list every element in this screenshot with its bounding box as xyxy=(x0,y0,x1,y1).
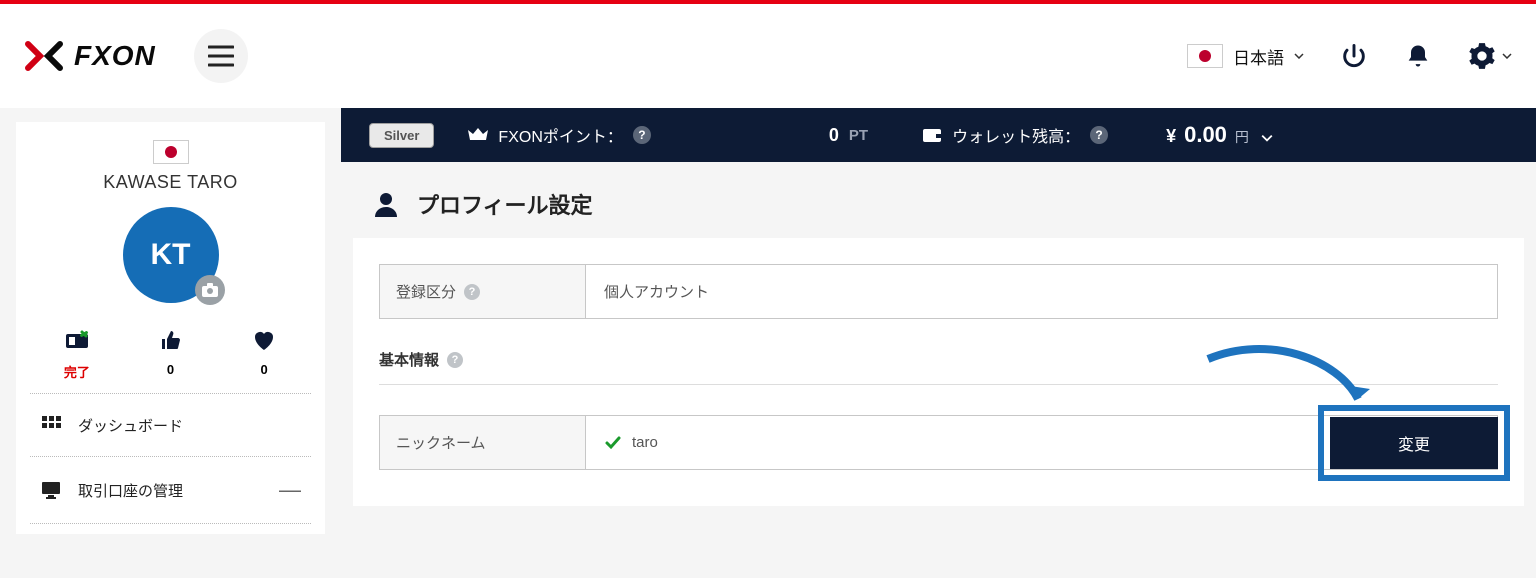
language-selector[interactable]: 日本語 xyxy=(1187,44,1304,69)
points-unit: PT xyxy=(849,127,868,144)
brand-logo[interactable]: FXON xyxy=(24,36,156,76)
field-label-text: 登録区分 xyxy=(396,281,456,302)
divider xyxy=(379,384,1498,385)
wallet-icon xyxy=(922,126,942,144)
help-icon[interactable]: ? xyxy=(464,284,480,300)
language-label: 日本語 xyxy=(1233,44,1284,69)
field-label-text: ニックネーム xyxy=(396,432,486,453)
chevron-down-icon xyxy=(1261,134,1273,142)
crown-icon xyxy=(468,126,488,144)
japan-flag-icon xyxy=(1187,44,1223,68)
stat-favorites[interactable]: 0 xyxy=(218,327,311,381)
heart-icon xyxy=(251,327,277,353)
page-title: プロフィール設定 xyxy=(417,188,593,220)
help-icon[interactable]: ? xyxy=(1090,126,1108,144)
points-display: FXONポイント： ? xyxy=(468,123,650,147)
menu-toggle-button[interactable] xyxy=(194,29,248,83)
japan-flag-icon xyxy=(153,140,189,164)
check-icon xyxy=(604,434,622,452)
wallet-display: ウォレット残高： ? xyxy=(922,123,1108,147)
account-topstrip: Silver FXONポイント： ? 0 PT ウォレット残高： ? ¥ 0.0… xyxy=(341,108,1536,162)
sidebar-item-label: 取引口座の管理 xyxy=(78,480,183,501)
sidebar: KAWASE TARO KT 完了 0 0 xyxy=(0,108,341,548)
user-name: KAWASE TARO xyxy=(30,172,311,193)
points-value-group: 0 PT xyxy=(829,125,868,146)
brand-text: FXON xyxy=(74,40,156,72)
stat-verification[interactable]: 完了 xyxy=(30,327,123,381)
wallet-label: ウォレット残高： xyxy=(952,123,1080,147)
help-icon[interactable]: ? xyxy=(447,352,463,368)
bell-icon xyxy=(1404,42,1432,70)
sidebar-item-dashboard[interactable]: ダッシュボード xyxy=(30,394,311,457)
camera-icon xyxy=(202,283,218,297)
section-heading: 基本情報 xyxy=(379,349,439,370)
nickname-value: taro xyxy=(632,434,658,451)
stat-favorites-value: 0 xyxy=(218,362,311,377)
field-nickname: ニックネーム taro 変更 xyxy=(379,415,1498,470)
tier-badge: Silver xyxy=(369,123,434,148)
monitor-icon xyxy=(40,479,62,501)
sidebar-item-accounts[interactable]: 取引口座の管理 — xyxy=(30,457,311,524)
gear-icon xyxy=(1468,42,1496,70)
field-registration-type: 登録区分 ? 個人アカウント xyxy=(379,264,1498,319)
settings-button[interactable] xyxy=(1468,42,1512,70)
points-label: FXONポイント： xyxy=(498,123,622,147)
thumbs-up-icon xyxy=(157,327,183,353)
stat-likes-value: 0 xyxy=(124,362,217,377)
points-value: 0 xyxy=(829,125,839,146)
app-header: FXON 日本語 xyxy=(0,4,1536,108)
notifications-button[interactable] xyxy=(1404,42,1432,70)
avatar[interactable]: KT xyxy=(123,207,219,303)
logo-mark-icon xyxy=(24,36,64,76)
help-icon[interactable]: ? xyxy=(633,126,651,144)
power-button[interactable] xyxy=(1340,42,1368,70)
id-card-icon xyxy=(64,327,90,353)
field-value-text: 個人アカウント xyxy=(586,265,1497,318)
chevron-down-icon xyxy=(1502,53,1512,59)
hamburger-icon xyxy=(208,45,234,67)
wallet-amount-selector[interactable]: ¥ 0.00 円 xyxy=(1166,122,1273,148)
chevron-down-icon xyxy=(1294,53,1304,59)
wallet-amount: 0.00 xyxy=(1184,122,1227,148)
main-content: Silver FXONポイント： ? 0 PT ウォレット残高： ? ¥ 0.0… xyxy=(341,108,1536,548)
sidebar-item-label: ダッシュボード xyxy=(78,415,183,436)
user-icon xyxy=(371,189,401,219)
stat-verify-label: 完了 xyxy=(30,362,123,381)
stat-likes[interactable]: 0 xyxy=(124,327,217,381)
camera-button[interactable] xyxy=(195,275,225,305)
collapse-icon: — xyxy=(279,477,301,503)
power-icon xyxy=(1340,42,1368,70)
wallet-currency-symbol: ¥ xyxy=(1166,126,1176,147)
change-button[interactable]: 変更 xyxy=(1330,417,1498,469)
annotation-highlight: 変更 xyxy=(1318,405,1510,481)
grid-icon xyxy=(40,414,62,436)
wallet-currency-unit: 円 xyxy=(1235,127,1249,147)
